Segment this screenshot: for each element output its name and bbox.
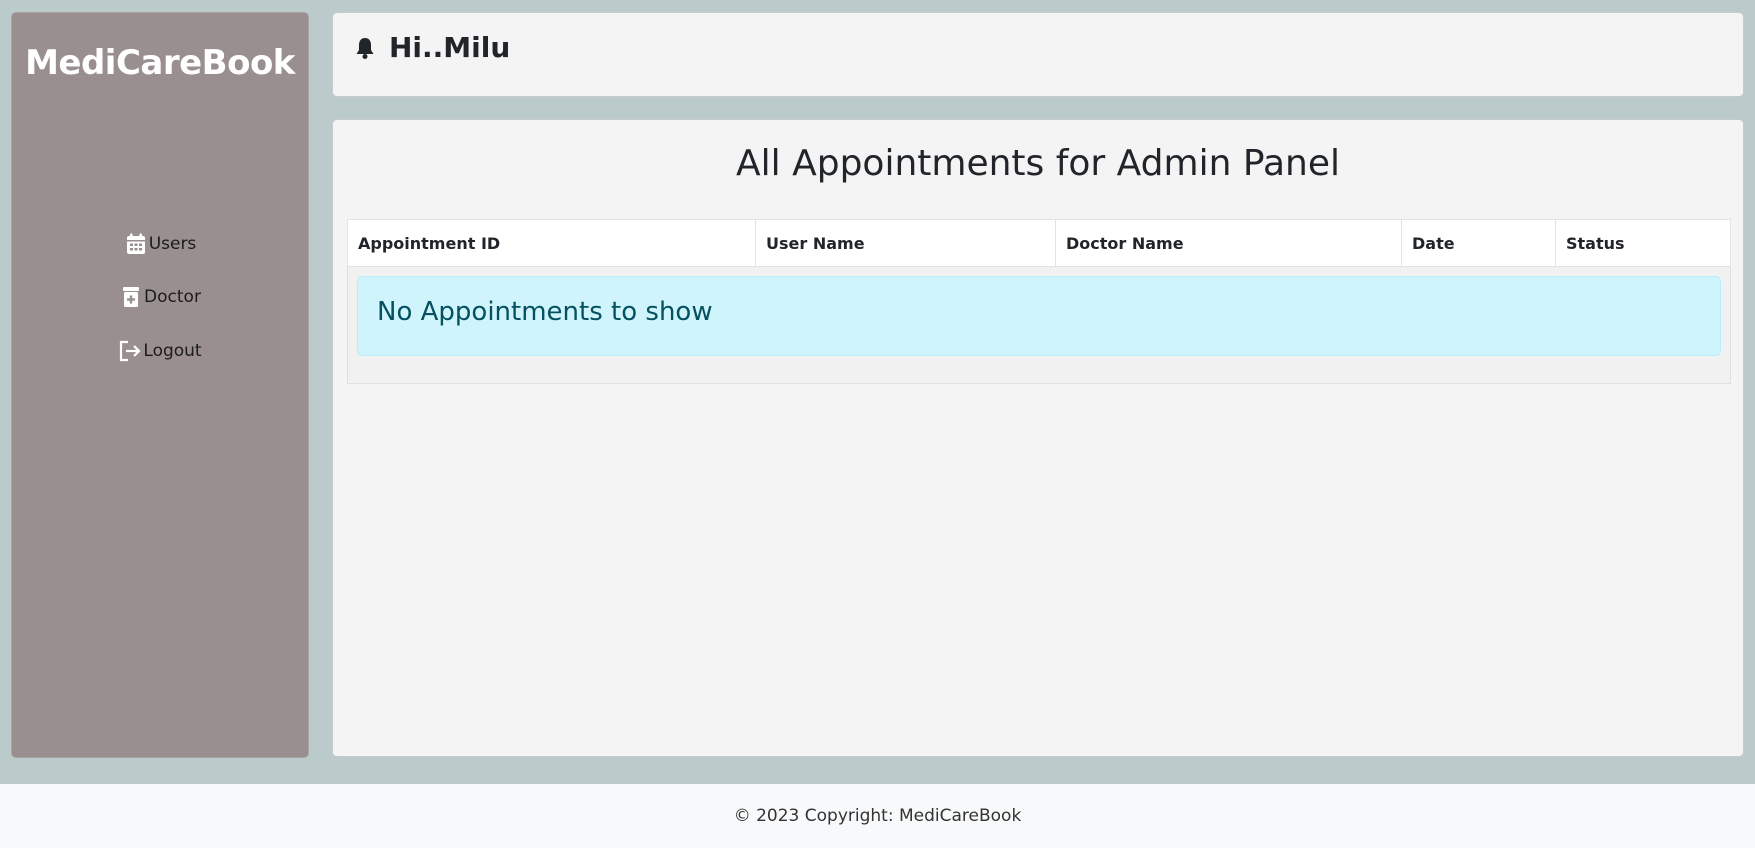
medical-case-icon (119, 285, 143, 309)
column-header-date: Date (1401, 219, 1556, 267)
table-header-row: Appointment ID User Name Doctor Name Dat… (347, 219, 1731, 267)
greeting-text: Hi..Milu (389, 31, 511, 64)
header: Hi..Milu (332, 12, 1744, 97)
sidebar-item-doctor[interactable]: Doctor (12, 285, 308, 309)
sidebar-item-users[interactable]: Users (12, 232, 308, 256)
sidebar-item-label: Logout (143, 341, 202, 361)
copyright-text: © 2023 Copyright: MediCareBook (733, 806, 1022, 826)
greeting: Hi..Milu (353, 31, 510, 64)
footer: © 2023 Copyright: MediCareBook (0, 784, 1755, 848)
page-title: All Appointments for Admin Panel (736, 143, 1340, 184)
logout-icon (118, 339, 142, 363)
sidebar-item-label: Users (148, 234, 197, 254)
main-content: All Appointments for Admin Panel Appoint… (332, 119, 1744, 757)
brand-logo: MediCareBook (25, 43, 295, 83)
column-header-doctor-name: Doctor Name (1055, 219, 1402, 267)
sidebar-item-label: Doctor (144, 287, 201, 307)
bell-icon[interactable] (353, 36, 377, 60)
appointments-table: Appointment ID User Name Doctor Name Dat… (347, 219, 1731, 384)
appointments-table-wrap: Appointment ID User Name Doctor Name Dat… (347, 219, 1731, 384)
calendar-icon (124, 232, 148, 256)
empty-state-alert: No Appointments to show (357, 276, 1721, 356)
empty-row-cell: No Appointments to show (347, 266, 1731, 384)
column-header-appointment-id: Appointment ID (347, 219, 756, 267)
column-header-status: Status (1555, 219, 1731, 267)
table-row: No Appointments to show (347, 266, 1731, 384)
column-header-user-name: User Name (755, 219, 1056, 267)
sidebar: MediCareBook Users Doctor Logout (11, 12, 309, 758)
sidebar-item-logout[interactable]: Logout (12, 339, 308, 363)
